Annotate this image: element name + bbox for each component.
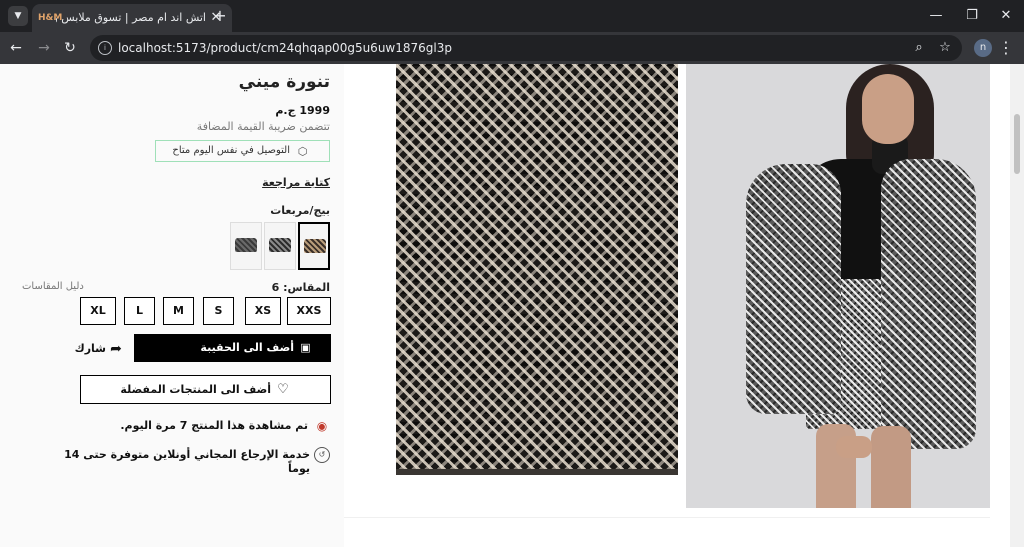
- same-day-delivery-badge: التوصيل في نفس اليوم متاح ⬡: [155, 140, 330, 162]
- fabric-hem: [396, 469, 678, 475]
- share-arrow-icon: ➦: [110, 341, 122, 357]
- color-swatch-dark-grey[interactable]: [230, 222, 262, 270]
- model-leg-right: [871, 426, 911, 508]
- tab-title: اتش اند ام مصر | تسوق ملابس وإ: [56, 11, 206, 24]
- arrow-left-icon[interactable]: ←: [6, 38, 26, 58]
- product-price: 1999 ج.م: [275, 104, 330, 117]
- size-button-s[interactable]: S: [203, 297, 234, 325]
- delivery-text: التوصيل في نفس اليوم متاح: [172, 145, 290, 156]
- size-button-xxs[interactable]: XXS: [287, 297, 331, 325]
- size-button-l[interactable]: L: [124, 297, 155, 325]
- swatch-image: [235, 238, 257, 252]
- size-button-xs[interactable]: XS: [245, 297, 281, 325]
- views-text: تم مشاهدة هذا المنتج 7 مرة اليوم.: [120, 419, 308, 432]
- returns-text: خدمة الإرجاع المجاني أونلاين متوفرة حتى …: [64, 448, 310, 475]
- return-box-icon: ↺: [314, 447, 330, 463]
- chevron-down-icon[interactable]: ▼: [8, 6, 28, 26]
- views-notice: تم مشاهدة هذا المنتج 7 مرة اليوم. ◉: [100, 417, 331, 435]
- arrow-right-icon[interactable]: →: [34, 38, 54, 58]
- product-page: تنورة ميني 1999 ج.م تتضمن ضريبة القيمة ا…: [0, 64, 1024, 547]
- write-review-link[interactable]: كتابة مراجعة: [200, 176, 330, 189]
- box-icon: ⬡: [297, 145, 308, 158]
- heart-icon: ♡: [277, 382, 289, 397]
- address-bar[interactable]: i localhost:5173/product/cm24qhqap00g5u6…: [90, 35, 962, 61]
- product-title: تنورة ميني: [238, 72, 330, 92]
- profile-avatar[interactable]: n: [974, 39, 992, 57]
- color-label: بيج/مربعات: [270, 204, 330, 217]
- scrollbar-thumb[interactable]: [1014, 114, 1020, 174]
- eye-icon: ◉: [316, 419, 328, 433]
- add-to-favorites-button[interactable]: أضف الى المنتجات المفضلة ♡: [80, 375, 331, 404]
- add-to-bag-label: أضف الى الحقيبة: [200, 341, 294, 354]
- star-icon[interactable]: ☆: [936, 39, 954, 57]
- browser-tab[interactable]: H&M اتش اند ام مصر | تسوق ملابس وإ ✕: [32, 4, 232, 32]
- size-button-m[interactable]: M: [163, 297, 194, 325]
- add-to-favorites-label: أضف الى المنتجات المفضلة: [120, 383, 271, 396]
- swatch-image: [269, 238, 291, 252]
- swatch-image: [304, 239, 326, 253]
- content-below-images: [344, 517, 990, 547]
- share-button[interactable]: شارك ➦: [70, 340, 128, 358]
- product-image-fabric-detail[interactable]: [374, 64, 678, 494]
- close-window-icon[interactable]: ✕: [990, 0, 1022, 32]
- model-jacket-right: [881, 159, 976, 449]
- site-info-icon[interactable]: i: [98, 41, 112, 55]
- reload-icon[interactable]: ↻: [60, 38, 80, 58]
- add-to-bag-button[interactable]: أضف الى الحقيبة ▣: [134, 334, 331, 362]
- vat-note: تتضمن ضريبة القيمة المضافة: [196, 120, 330, 133]
- browser-tab-bar: ▼ H&M اتش اند ام مصر | تسوق ملابس وإ ✕ +…: [0, 0, 1024, 32]
- restore-icon[interactable]: ❐: [956, 0, 988, 32]
- zoom-icon[interactable]: ⌕: [910, 39, 928, 57]
- minimize-icon[interactable]: —: [920, 0, 952, 32]
- more-vert-icon[interactable]: ⋮: [996, 38, 1016, 58]
- houndstooth-fabric: [396, 64, 678, 474]
- selected-size-label: المقاس: 6: [271, 281, 330, 294]
- product-image-model[interactable]: [686, 64, 990, 508]
- page-scrollbar[interactable]: [1010, 64, 1024, 547]
- model-face: [862, 74, 914, 144]
- model-hand: [836, 436, 872, 458]
- share-label: شارك: [74, 342, 106, 355]
- url-text[interactable]: localhost:5173/product/cm24qhqap00g5u6uw…: [118, 39, 452, 57]
- free-returns-notice: خدمة الإرجاع المجاني أونلاين متوفرة حتى …: [60, 446, 331, 475]
- browser-toolbar: ← → ↻ i localhost:5173/product/cm24qhqap…: [0, 32, 1024, 64]
- color-swatch-beige-check[interactable]: [298, 222, 330, 270]
- bag-icon: ▣: [300, 341, 311, 354]
- plus-icon[interactable]: +: [210, 6, 230, 26]
- size-button-xl[interactable]: XL: [80, 297, 116, 325]
- hm-favicon-icon: H&M: [38, 13, 63, 23]
- color-swatch-grey-check[interactable]: [264, 222, 296, 270]
- model-jacket-left: [746, 164, 841, 414]
- size-guide-link[interactable]: دليل المقاسات: [22, 281, 112, 292]
